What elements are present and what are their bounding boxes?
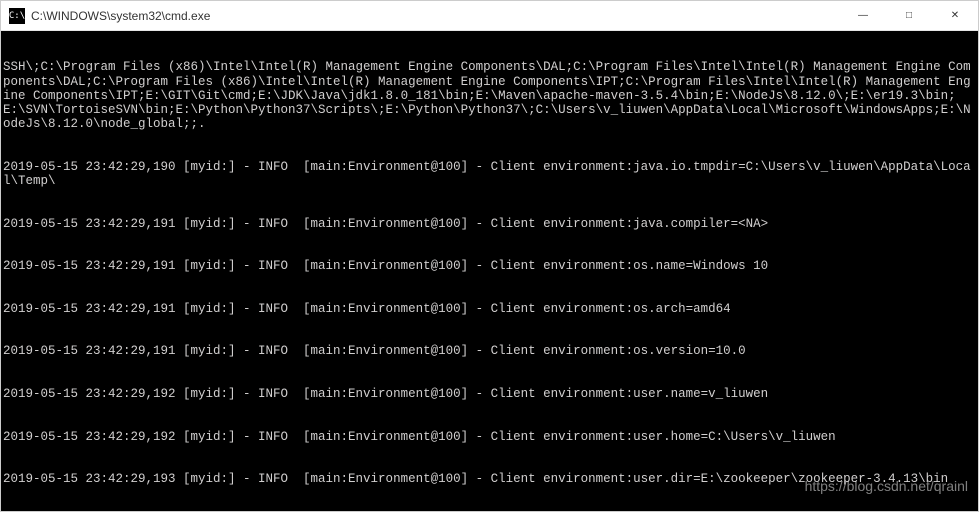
terminal-line: 2019-05-15 23:42:29,190 [myid:] - INFO [… — [3, 160, 976, 188]
terminal-line: 2019-05-15 23:42:29,191 [myid:] - INFO [… — [3, 217, 976, 231]
terminal-output[interactable]: SSH\;C:\Program Files (x86)\Intel\Intel(… — [1, 31, 978, 511]
maximize-button[interactable]: □ — [886, 1, 932, 30]
close-button[interactable]: ✕ — [932, 1, 978, 30]
window-title: C:\WINDOWS\system32\cmd.exe — [31, 9, 840, 23]
app-icon: C:\ — [9, 8, 25, 24]
minimize-button[interactable]: — — [840, 1, 886, 30]
terminal-line: 2019-05-15 23:42:29,193 [myid:] - INFO [… — [3, 472, 976, 486]
cmd-window: C:\ C:\WINDOWS\system32\cmd.exe — □ ✕ SS… — [0, 0, 979, 512]
terminal-line: 2019-05-15 23:42:29,191 [myid:] - INFO [… — [3, 344, 976, 358]
terminal-line: 2019-05-15 23:42:29,191 [myid:] - INFO [… — [3, 302, 976, 316]
terminal-line: 2019-05-15 23:42:29,191 [myid:] - INFO [… — [3, 259, 976, 273]
window-controls: — □ ✕ — [840, 1, 978, 30]
titlebar[interactable]: C:\ C:\WINDOWS\system32\cmd.exe — □ ✕ — [1, 1, 978, 31]
terminal-line: 2019-05-15 23:42:29,192 [myid:] - INFO [… — [3, 430, 976, 444]
terminal-line: 2019-05-15 23:42:29,192 [myid:] - INFO [… — [3, 387, 976, 401]
terminal-line: SSH\;C:\Program Files (x86)\Intel\Intel(… — [3, 60, 976, 131]
